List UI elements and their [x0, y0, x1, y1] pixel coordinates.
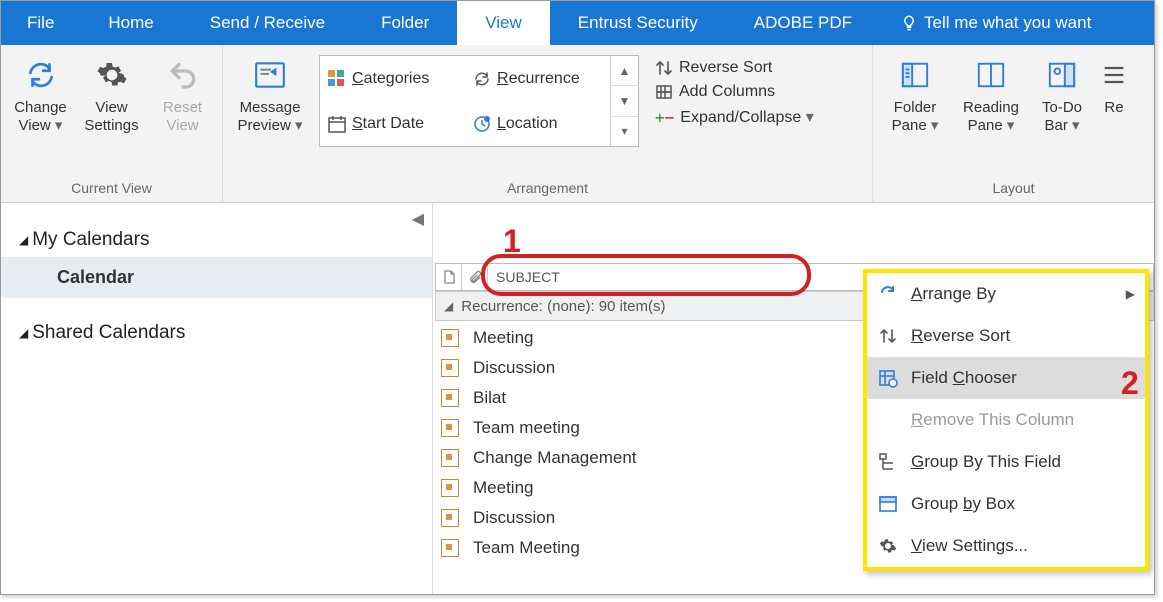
menu-remove-column[interactable]: Remove This Column	[867, 399, 1145, 441]
page-icon	[442, 270, 456, 284]
ribbon-tabs: File Home Send / Receive Folder View Ent…	[1, 1, 1154, 45]
location-icon	[473, 115, 491, 133]
menu-field-chooser[interactable]: Field Chooser	[867, 357, 1145, 399]
arrange-location[interactable]: Location	[465, 101, 610, 146]
arrange-categories[interactable]: Categories	[320, 56, 465, 101]
reverse-sort-icon	[877, 325, 899, 347]
reset-view-button[interactable]: Reset View	[149, 49, 216, 135]
tab-file[interactable]: File	[1, 1, 80, 45]
outlook-window: File Home Send / Receive Folder View Ent…	[0, 0, 1155, 595]
tab-adobe-pdf[interactable]: ADOBE PDF	[726, 1, 880, 45]
gallery-scroll-down[interactable]: ▼	[611, 86, 638, 116]
nav-pane: ◀ ◢ My Calendars Calendar ◢ Shared Calen…	[1, 203, 433, 594]
nav-section-shared-calendars[interactable]: ◢ Shared Calendars	[1, 316, 432, 350]
nav-item-calendar[interactable]: Calendar	[1, 257, 432, 298]
menu-reverse-sort[interactable]: Reverse Sort	[867, 315, 1145, 357]
reminders-button-partial[interactable]: Re	[1097, 49, 1127, 117]
column-context-menu: Arrange By ▶ Reverse Sort Field Chooser	[863, 269, 1149, 571]
arrange-recurrence[interactable]: Recurrence	[465, 56, 610, 101]
callout-number-1: 1	[503, 223, 521, 260]
attachment-icon	[468, 270, 482, 284]
reading-pane-button[interactable]: Reading Pane ▾	[955, 49, 1027, 135]
group-label-layout: Layout	[879, 176, 1148, 202]
menu-group-by-box[interactable]: Group by Box	[867, 483, 1145, 525]
reading-pane-icon	[973, 57, 1009, 93]
change-view-icon	[23, 57, 59, 93]
column-header-icon1[interactable]	[436, 264, 462, 290]
tab-view[interactable]: View	[457, 1, 550, 45]
group-by-field-icon	[877, 451, 899, 473]
group-current-view: Change View ▾ View Settings Reset View C…	[1, 45, 223, 202]
arrange-start-date[interactable]: Start Date	[320, 101, 465, 146]
nav-collapse-button[interactable]: ◀	[412, 209, 424, 229]
list-pane: SUBJECT LOCATION START ◢ Recurrence: (no…	[433, 203, 1154, 594]
add-columns-icon	[655, 83, 673, 101]
expand-collapse-button[interactable]: +− Expand/Collapse ▾	[655, 107, 814, 127]
message-preview-button[interactable]: Message Preview ▾	[229, 49, 311, 135]
reminders-icon	[1097, 57, 1127, 93]
tab-entrust-security[interactable]: Entrust Security	[550, 1, 726, 45]
calendar-icon	[441, 479, 459, 497]
reverse-sort-button[interactable]: Reverse Sort	[655, 59, 814, 77]
group-layout: Folder Pane ▾ Reading Pane ▾ To-Do Bar ▾	[873, 45, 1154, 202]
lightbulb-icon	[900, 14, 918, 32]
group-label-current-view: Current View	[7, 176, 216, 202]
arrange-by-icon	[877, 283, 899, 305]
message-preview-icon	[252, 57, 288, 93]
calendar-icon	[441, 329, 459, 347]
content-area: ◀ ◢ My Calendars Calendar ◢ Shared Calen…	[1, 203, 1154, 594]
submenu-arrow-icon: ▶	[1126, 287, 1135, 301]
add-columns-button[interactable]: Add Columns	[655, 83, 814, 101]
column-header-icon2[interactable]	[462, 264, 488, 290]
group-by-box-icon	[877, 493, 899, 515]
collapse-triangle-icon: ◢	[19, 233, 28, 247]
tell-me-label: Tell me what you want	[924, 13, 1091, 33]
calendar-icon	[441, 419, 459, 437]
recurrence-icon	[473, 70, 491, 88]
folder-pane-button[interactable]: Folder Pane ▾	[879, 49, 951, 135]
calendar-icon	[441, 359, 459, 377]
tell-me[interactable]: Tell me what you want	[880, 13, 1091, 33]
start-date-icon	[328, 115, 346, 133]
menu-view-settings[interactable]: View Settings...	[867, 525, 1145, 567]
gear-icon	[877, 535, 899, 557]
collapse-triangle-icon: ◢	[444, 299, 453, 313]
group-arrangement: Message Preview ▾ Categories Start Date	[223, 45, 873, 202]
nav-section-my-calendars[interactable]: ◢ My Calendars	[1, 223, 432, 257]
gallery-scroll-up[interactable]: ▲	[611, 56, 638, 86]
tab-home[interactable]: Home	[80, 1, 181, 45]
expand-collapse-icon: +−	[655, 108, 674, 127]
reverse-sort-icon	[655, 59, 673, 77]
gallery-scroll: ▲ ▼ ▾	[610, 56, 638, 146]
arrangement-gallery: Categories Start Date Recurrence	[319, 55, 639, 147]
menu-arrange-by[interactable]: Arrange By ▶	[867, 273, 1145, 315]
calendar-icon	[441, 389, 459, 407]
change-view-button[interactable]: Change View ▾	[7, 49, 74, 135]
view-settings-button[interactable]: View Settings	[78, 49, 145, 135]
ribbon-body: Change View ▾ View Settings Reset View C…	[1, 45, 1154, 203]
calendar-icon	[441, 449, 459, 467]
collapse-triangle-icon: ◢	[19, 326, 28, 340]
field-chooser-icon	[877, 367, 899, 389]
group-label-arrangement: Arrangement	[229, 176, 866, 202]
folder-pane-icon	[897, 57, 933, 93]
menu-group-by-field[interactable]: Group By This Field	[867, 441, 1145, 483]
arrangement-side: Reverse Sort Add Columns +− Expand/Colla…	[643, 49, 822, 127]
gallery-expand[interactable]: ▾	[611, 117, 638, 146]
calendar-icon	[441, 509, 459, 527]
calendar-icon	[441, 539, 459, 557]
categories-icon	[328, 70, 346, 88]
undo-icon	[165, 57, 201, 93]
tab-send-receive[interactable]: Send / Receive	[182, 1, 353, 45]
tab-folder[interactable]: Folder	[353, 1, 457, 45]
todo-bar-icon	[1044, 57, 1080, 93]
gear-icon	[94, 57, 130, 93]
todo-bar-button[interactable]: To-Do Bar ▾	[1031, 49, 1093, 135]
